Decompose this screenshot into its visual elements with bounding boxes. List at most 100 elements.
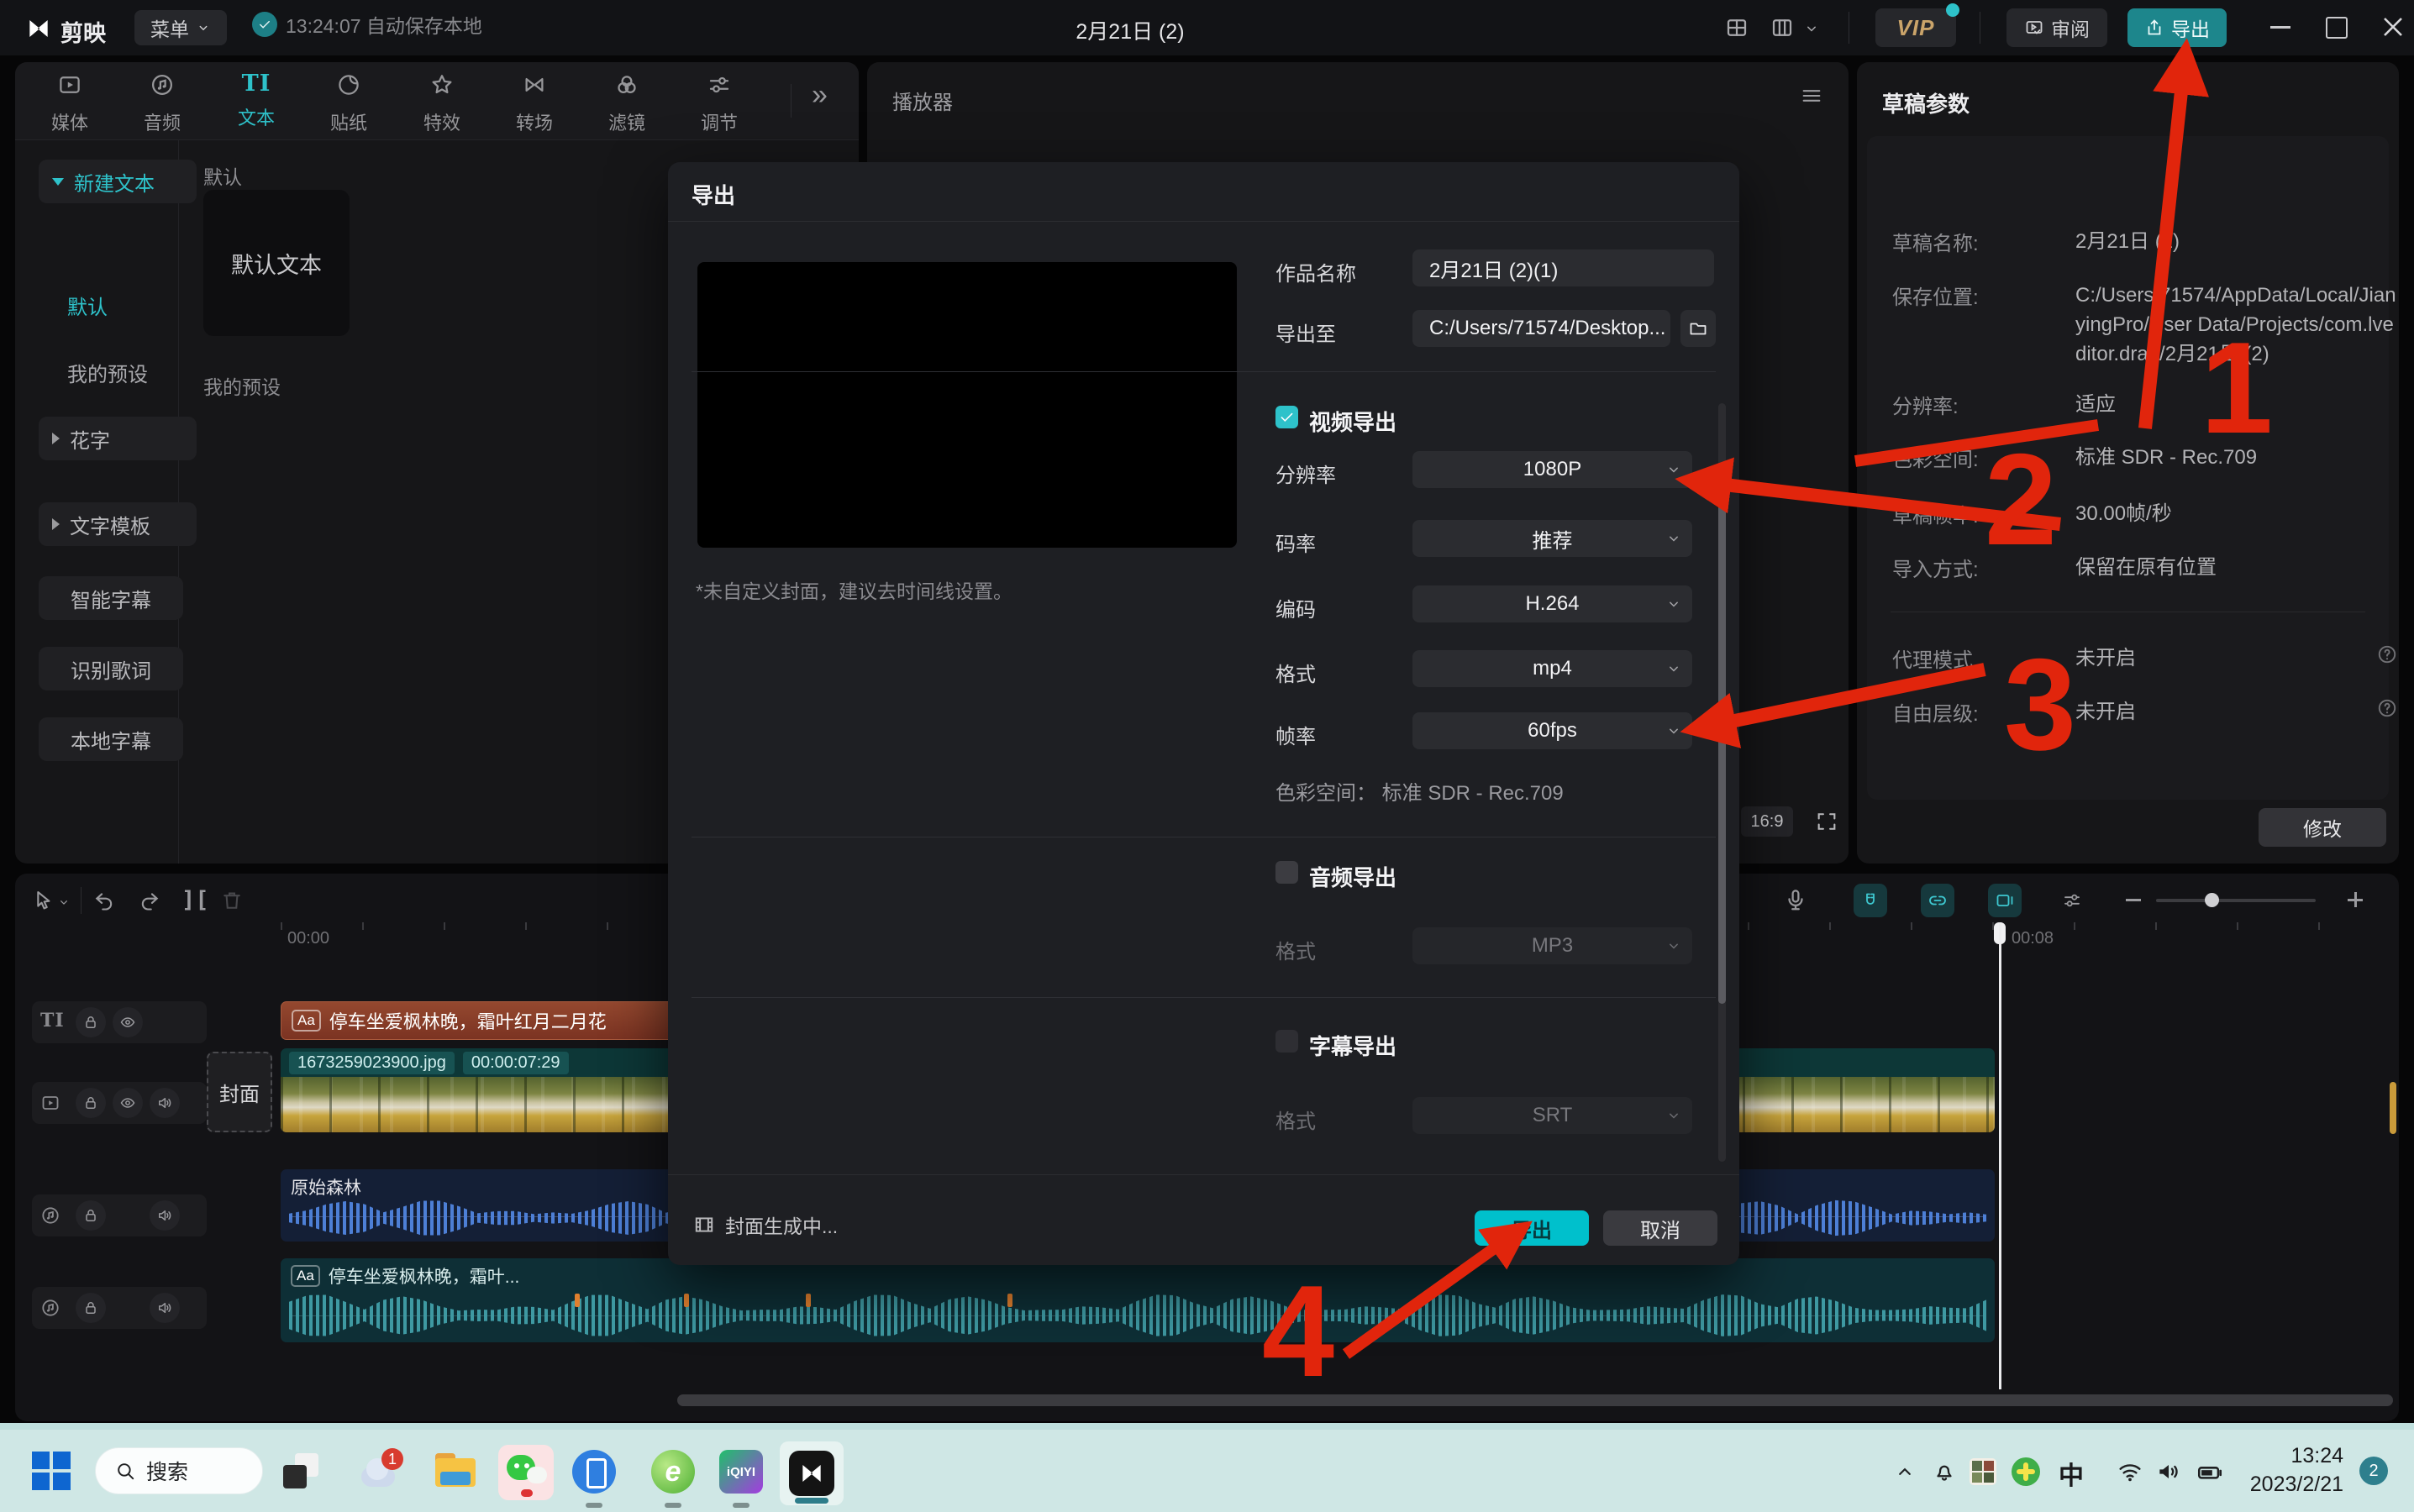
timeline-hscrollbar[interactable] xyxy=(677,1394,2393,1406)
redo-icon[interactable] xyxy=(138,889,161,912)
audio-track-header-2 xyxy=(32,1287,207,1329)
wechat-icon[interactable] xyxy=(498,1445,554,1500)
codec-select[interactable]: H.264 xyxy=(1412,585,1692,622)
video-export-checkbox[interactable] xyxy=(1275,406,1298,428)
cursor-chevron-icon[interactable] xyxy=(57,895,71,909)
tab-media[interactable]: 媒体 xyxy=(28,72,112,135)
aspect-ratio-button[interactable]: 16:9 xyxy=(1741,806,1793,837)
modify-button[interactable]: 修改 xyxy=(2259,808,2386,847)
zoom-slider[interactable] xyxy=(2156,899,2316,902)
zoom-slider-handle[interactable] xyxy=(2205,893,2219,907)
export-button[interactable]: 导出 xyxy=(2127,8,2227,47)
review-button[interactable]: 审阅 xyxy=(2006,8,2107,47)
subtitle-format-select[interactable]: SRT xyxy=(1412,1097,1692,1134)
search-input[interactable]: 搜索 xyxy=(95,1447,263,1494)
layout-grid-icon[interactable] xyxy=(1724,15,1749,40)
playhead-line[interactable] xyxy=(1999,922,2001,1389)
main-track-magnet-toggle[interactable] xyxy=(1854,884,1887,917)
minimize-button[interactable] xyxy=(2270,26,2290,29)
undo-icon[interactable] xyxy=(92,889,116,912)
cover-button[interactable]: 封面 xyxy=(207,1052,272,1132)
record-mic-icon[interactable] xyxy=(1783,887,1808,912)
volume-icon[interactable] xyxy=(2155,1458,2182,1485)
dialog-cancel-button[interactable]: 取消 xyxy=(1603,1210,1717,1246)
lock-icon[interactable] xyxy=(76,1007,106,1037)
audio-format-select[interactable]: MP3 xyxy=(1412,927,1692,964)
dialog-scrollbar[interactable] xyxy=(1718,403,1726,1162)
dialog-export-button[interactable]: 导出 xyxy=(1475,1210,1589,1246)
name-input[interactable]: 2月21日 (2)(1) xyxy=(1412,249,1714,286)
tray-360-icon[interactable] xyxy=(2012,1457,2040,1486)
menu-button[interactable]: 菜单 xyxy=(134,10,227,45)
jianying-taskbar-tile[interactable] xyxy=(780,1441,844,1505)
eye-icon[interactable] xyxy=(113,1088,143,1118)
mute-icon[interactable] xyxy=(150,1088,180,1118)
audio-export-checkbox[interactable] xyxy=(1275,861,1298,884)
layout-columns-icon[interactable] xyxy=(1770,15,1795,40)
tray-chevron-up-icon[interactable] xyxy=(1893,1460,1917,1483)
select-cursor-icon[interactable] xyxy=(30,889,54,912)
layout-chevron-icon[interactable] xyxy=(1803,20,1820,37)
sidebar-item-local-caption[interactable]: 本地字幕 xyxy=(39,717,183,761)
iqiyi-icon[interactable]: iQIYI xyxy=(719,1450,763,1494)
battery-icon[interactable] xyxy=(2196,1458,2224,1487)
close-button[interactable] xyxy=(2383,17,2403,37)
dest-input[interactable]: C:/Users/71574/Desktop... xyxy=(1412,310,1670,347)
tab-filter[interactable]: 滤镜 xyxy=(585,72,669,135)
sidebar-item-text-template[interactable]: 文字模板 xyxy=(39,502,197,546)
zoom-out-icon[interactable] xyxy=(2126,899,2141,901)
preview-axis-toggle[interactable] xyxy=(1988,884,2022,917)
lock-icon[interactable] xyxy=(76,1200,106,1231)
tab-audio[interactable]: 音频 xyxy=(120,72,204,135)
vip-button[interactable]: VIP xyxy=(1875,8,1956,47)
mute-icon[interactable] xyxy=(150,1200,180,1231)
resolution-select[interactable]: 1080P xyxy=(1412,451,1692,488)
zoom-in-icon[interactable] xyxy=(2348,892,2363,907)
tab-adjust[interactable]: 调节 xyxy=(677,72,761,135)
file-explorer-icon[interactable] xyxy=(435,1453,476,1488)
tab-transition[interactable]: 转场 xyxy=(492,72,576,135)
delete-icon[interactable] xyxy=(220,889,244,912)
notification-count-badge[interactable]: 2 xyxy=(2359,1457,2388,1485)
subtitle-export-checkbox[interactable] xyxy=(1275,1030,1298,1053)
browser-360-icon[interactable]: e xyxy=(651,1450,695,1494)
lock-icon[interactable] xyxy=(76,1088,106,1118)
tab-text[interactable]: TI 文本 xyxy=(214,71,298,130)
auto-snap-toggle[interactable] xyxy=(1921,884,1954,917)
sidebar-item-huazi[interactable]: 花字 xyxy=(39,417,197,460)
sidebar-item-new-text[interactable]: 新建文本 xyxy=(39,160,197,203)
browse-folder-button[interactable] xyxy=(1680,310,1716,347)
tray-app-icon[interactable] xyxy=(1970,1458,1996,1485)
tab-sticker[interactable]: 贴纸 xyxy=(307,72,391,135)
eye-icon[interactable] xyxy=(113,1007,143,1037)
wifi-icon[interactable] xyxy=(2117,1458,2143,1485)
ime-indicator[interactable]: 中 xyxy=(2059,1455,2084,1492)
sidebar-item-smart-caption[interactable]: 智能字幕 xyxy=(39,576,183,620)
fullscreen-icon[interactable] xyxy=(1815,810,1838,833)
phone-link-icon[interactable] xyxy=(572,1450,616,1494)
split-icon[interactable]: ][ xyxy=(181,887,209,913)
default-text-card[interactable]: 默认文本 xyxy=(203,190,350,336)
sidebar-item-default[interactable]: 默认 xyxy=(67,291,108,320)
format-select[interactable]: mp4 xyxy=(1412,650,1692,687)
notification-bell-icon[interactable] xyxy=(1932,1458,1957,1483)
task-view-button[interactable] xyxy=(283,1453,318,1488)
fps-select[interactable]: 60fps xyxy=(1412,712,1692,749)
tab-effects[interactable]: 特效 xyxy=(400,72,484,135)
maximize-button[interactable] xyxy=(2326,17,2348,39)
mute-icon[interactable] xyxy=(150,1293,180,1323)
player-menu-icon[interactable] xyxy=(1800,84,1823,108)
sidebar-item-my-presets[interactable]: 我的预设 xyxy=(67,358,148,387)
timeline-settings-icon[interactable] xyxy=(2055,884,2089,917)
help-icon[interactable] xyxy=(2376,643,2398,665)
bitrate-select[interactable]: 推荐 xyxy=(1412,520,1692,557)
lock-icon[interactable] xyxy=(76,1293,106,1323)
clock[interactable]: 13:24 2023/2/21 xyxy=(2249,1441,2343,1499)
ribbon-more-chevrons[interactable]: » xyxy=(812,79,828,112)
dialog-scrollbar-thumb[interactable] xyxy=(1718,466,1726,1004)
audio-clip-2[interactable]: Aa 停车坐爱枫林晚，霜叶... xyxy=(281,1258,1995,1342)
sidebar-item-lyrics[interactable]: 识别歌词 xyxy=(39,647,183,690)
start-button[interactable] xyxy=(32,1452,71,1490)
help-icon[interactable] xyxy=(2376,697,2398,719)
widgets-weather-icon[interactable]: 1 xyxy=(360,1453,400,1490)
